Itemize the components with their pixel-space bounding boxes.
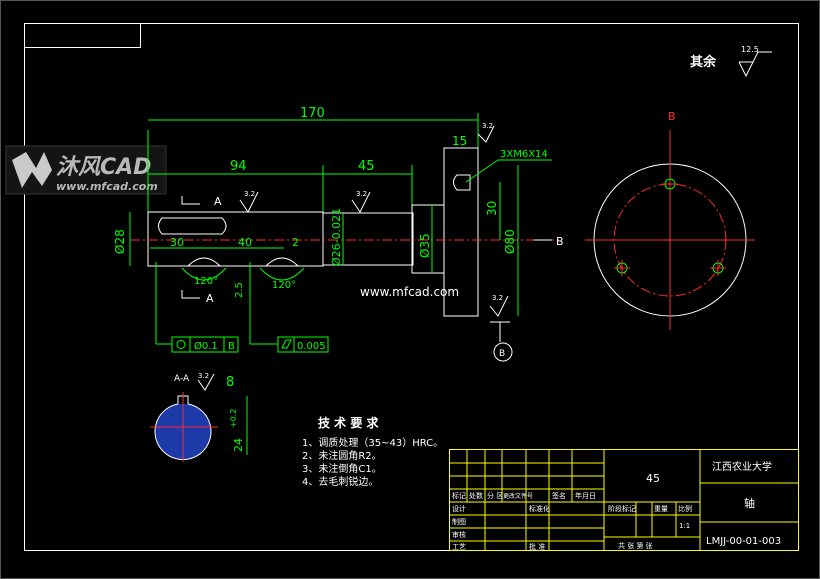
tech-item-2: 2、未注圆角R2。 [302, 449, 382, 462]
angle-120-left: 120° [194, 276, 218, 287]
svg-text:年月日: 年月日 [575, 491, 596, 500]
svg-text:工艺: 工艺 [452, 543, 466, 551]
dim-2-5: 2.5 [234, 282, 245, 298]
watermark-site: www.mfcad.com [56, 180, 158, 193]
center-watermark: www.mfcad.com [360, 285, 459, 299]
section-aa-label: A-A [174, 374, 190, 384]
svg-text:3.2: 3.2 [492, 294, 503, 302]
upper-corner-box [24, 23, 141, 48]
dim-2: 2 [292, 236, 299, 249]
svg-text:分 区: 分 区 [487, 491, 503, 500]
datum-b-label: B [499, 349, 505, 359]
dim-15: 15 [452, 134, 467, 148]
material: 45 [646, 472, 660, 485]
dim-overall-length: 170 [147, 106, 479, 212]
svg-text:阶段标记: 阶段标记 [608, 504, 636, 513]
svg-text:共 张 第 张: 共 张 第 张 [618, 541, 653, 550]
dim-dia-35: Ø35 [418, 233, 432, 258]
shaft-front-view [130, 147, 560, 317]
dim-45: 45 [358, 159, 375, 174]
svg-text:制图: 制图 [452, 517, 466, 526]
cad-drawing: 沐风CAD www.mfcad.com 其余 12.5 170 94 45 15 [0, 0, 820, 579]
watermark-logo: 沐风CAD www.mfcad.com [5, 145, 167, 195]
thread-callout: 3XM6X14 [465, 149, 552, 183]
tech-requirements: 技 术 要 求 1、调质处理（35~43）HRC。 2、未注圆角R2。 3、未注… [302, 415, 443, 488]
cylindricity-value: 0.005 [297, 341, 326, 352]
svg-text:1:1: 1:1 [679, 522, 690, 530]
title-block: 45 江西农业大学 轴 LMJJ-00-01-003 标记 处数 分 区 更改文… [449, 449, 799, 551]
dim-dia-26: Ø26-0.021 [330, 208, 343, 266]
svg-text:签名: 签名 [552, 491, 566, 500]
part-name: 轴 [744, 496, 755, 510]
section-a-top: A [214, 195, 222, 208]
svg-text:比例: 比例 [678, 504, 692, 513]
dim-dia-28: Ø28 [113, 229, 127, 254]
runout-value: Ø0.1 [194, 340, 218, 352]
threaded-hole [453, 174, 471, 191]
svg-text:3.2: 3.2 [198, 372, 209, 380]
roughness-note: 其余 [690, 54, 717, 70]
tech-title: 技 术 要 求 [318, 415, 380, 430]
svg-text:3.2: 3.2 [482, 122, 493, 130]
dim-94: 94 [230, 159, 247, 174]
key-width-dim: 8 [226, 375, 234, 390]
watermark-brand: 沐风CAD [56, 155, 151, 180]
view-b-title: B [668, 110, 676, 123]
svg-text:更改文件号: 更改文件号 [503, 492, 533, 500]
section-aa-view: A-A 3.2 8 24 +0.2 [150, 372, 248, 462]
view-b-arrow-label: B [556, 235, 564, 248]
dim-30-groove: 30 [170, 236, 184, 249]
svg-text:设计: 设计 [452, 504, 466, 513]
dim-170: 170 [300, 106, 325, 121]
dim-dia-80: Ø80 [503, 229, 517, 254]
runout-datum: B [228, 341, 235, 352]
view-b-circle: B [585, 110, 755, 330]
svg-text:3.2: 3.2 [356, 190, 367, 198]
svg-text:处数: 处数 [469, 491, 483, 500]
drawing-number: LMJJ-00-01-003 [706, 536, 781, 547]
key-depth-dim: 24 [232, 438, 245, 452]
university: 江西农业大学 [712, 460, 772, 473]
tolerance-frames: Ø0.1 B 0.005 [155, 262, 329, 353]
dim-segment-lengths: 94 45 15 [148, 134, 478, 212]
svg-text:标准化: 标准化 [529, 504, 550, 513]
dim-height-30: 30 [485, 201, 499, 216]
svg-text:重量: 重量 [654, 505, 668, 513]
section-a-bottom: A [206, 292, 214, 305]
svg-text:标记: 标记 [452, 491, 466, 500]
groove-dimensions: 30 40 2 2.5 120° 120° [150, 236, 305, 298]
svg-text:批 准: 批 准 [529, 542, 545, 551]
angle-120-right: 120° [272, 280, 296, 291]
svg-text:审核: 审核 [452, 530, 466, 539]
tech-item-4: 4、去毛刺锐边。 [302, 475, 378, 488]
roughness-symbol-default: 12.5 [738, 45, 772, 78]
dim-40: 40 [238, 236, 252, 249]
roughness-default-value: 12.5 [741, 45, 759, 54]
tech-item-3: 3、未注倒角C1。 [302, 462, 382, 475]
keyway-slot [158, 217, 227, 235]
datum-b: B [490, 321, 513, 362]
thread-spec: 3XM6X14 [500, 149, 548, 160]
key-depth-tol: +0.2 [229, 409, 238, 428]
svg-text:3.2: 3.2 [244, 190, 255, 198]
tech-item-1: 1、调质处理（35~43）HRC。 [302, 437, 443, 449]
